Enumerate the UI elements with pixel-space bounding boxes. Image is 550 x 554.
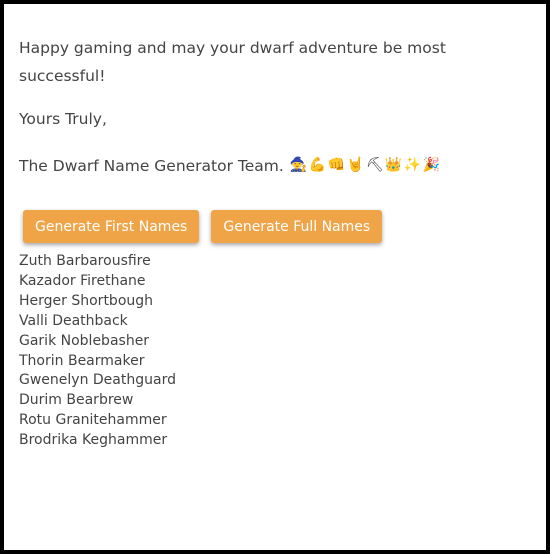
- button-group: Generate First Names Generate Full Names: [19, 210, 519, 243]
- name-item: Thorin Bearmaker: [19, 352, 145, 369]
- name-item: Zuth Barbarousfire: [19, 253, 151, 269]
- name-item: Rotu Granitehammer: [19, 412, 167, 429]
- emoji-row: 🧙 💪 👊 🤘 ⛏ 👑 ✨ 🎉: [289, 157, 441, 174]
- pick-emoji: ⛏: [365, 157, 384, 173]
- name-item: Gwenelyn Deathguard: [19, 372, 176, 389]
- names-list: Zuth Barbarousfire Kazador Firethane Her…: [19, 252, 519, 451]
- closing-message: Happy gaming and may your dwarf adventur…: [19, 39, 446, 85]
- content-area: Happy gaming and may your dwarf adventur…: [19, 34, 519, 451]
- valediction: Yours Truly,: [19, 110, 107, 128]
- flexed-biceps-emoji: 💪: [308, 157, 327, 173]
- wizard-emoji: 🧙: [289, 157, 308, 173]
- party-popper-emoji: 🎉: [422, 157, 441, 173]
- generate-full-names-button[interactable]: Generate Full Names: [211, 210, 383, 243]
- name-item: Valli Deathback: [19, 312, 128, 329]
- generate-first-names-button[interactable]: Generate First Names: [23, 210, 200, 243]
- name-item: Herger Shortbough: [19, 292, 154, 309]
- crown-emoji: 👑: [384, 157, 403, 173]
- fist-emoji: 👊: [327, 157, 346, 173]
- rock-hand-emoji: 🤘: [346, 157, 365, 173]
- signature-line: The Dwarf Name Generator Team. 🧙 💪 👊 🤘 ⛏…: [19, 152, 519, 180]
- page-frame: Happy gaming and may your dwarf adventur…: [0, 0, 550, 554]
- name-item: Durim Bearbrew: [19, 392, 134, 409]
- name-item: Kazador Firethane: [19, 272, 146, 289]
- signature-text: The Dwarf Name Generator Team.: [19, 157, 284, 175]
- sparkles-emoji: ✨: [403, 157, 422, 173]
- name-item: Garik Noblebasher: [19, 332, 150, 349]
- name-item: Brodrika Keghammer: [19, 432, 168, 449]
